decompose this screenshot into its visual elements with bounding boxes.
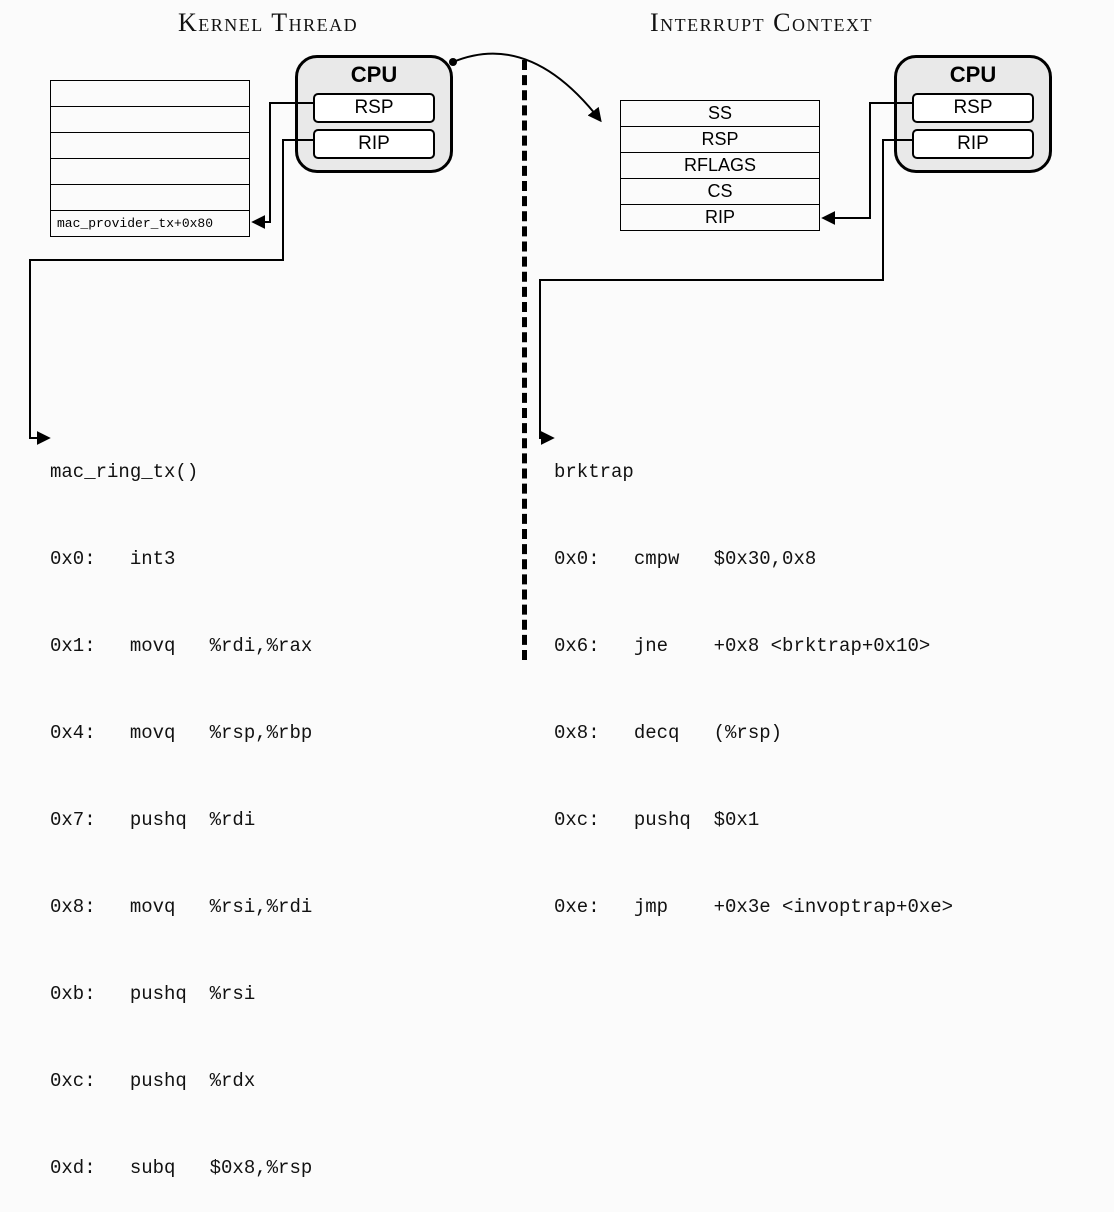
title-kernel-thread: Kernel Thread	[178, 8, 358, 38]
stack-row	[51, 158, 249, 184]
code-line: 0x8: decq (%rsp)	[554, 719, 953, 748]
stack-row	[51, 80, 249, 106]
code-line: 0x4: movq %rsp,%rbp	[50, 719, 312, 748]
context-divider	[522, 60, 527, 660]
code-block-interrupt: brktrap 0x0: cmpw $0x30,0x8 0x6: jne +0x…	[554, 400, 953, 951]
cpu-register-rip: RIP	[912, 129, 1034, 159]
stack-row: SS	[621, 100, 819, 126]
code-line: 0x6: jne +0x8 <brktrap+0x10>	[554, 632, 953, 661]
code-line: 0xb: pushq %rsi	[50, 980, 312, 1009]
code-line: 0x0: int3	[50, 545, 312, 574]
function-name: brktrap	[554, 458, 953, 487]
title-interrupt-context: Interrupt Context	[650, 8, 873, 38]
code-block-kernel: mac_ring_tx() 0x0: int3 0x1: movq %rdi,%…	[50, 400, 312, 1212]
cpu-register-rsp: RSP	[912, 93, 1034, 123]
cpu-box-kernel: CPU RSP RIP	[295, 55, 453, 173]
stack-row	[51, 132, 249, 158]
code-line: 0x7: pushq %rdi	[50, 806, 312, 835]
stack-row: RSP	[621, 126, 819, 152]
cpu-title: CPU	[950, 62, 996, 88]
function-name: mac_ring_tx()	[50, 458, 312, 487]
stack-kernel: mac_provider_tx+0x80	[50, 80, 250, 237]
stack-row: CS	[621, 178, 819, 204]
stack-row: RFLAGS	[621, 152, 819, 178]
code-line: 0x1: movq %rdi,%rax	[50, 632, 312, 661]
code-line: 0xe: jmp +0x3e <invoptrap+0xe>	[554, 893, 953, 922]
code-line: 0x0: cmpw $0x30,0x8	[554, 545, 953, 574]
code-line: 0xc: pushq %rdx	[50, 1067, 312, 1096]
code-line: 0xc: pushq $0x1	[554, 806, 953, 835]
stack-row	[51, 184, 249, 210]
cpu-register-rsp: RSP	[313, 93, 435, 123]
stack-interrupt: SS RSP RFLAGS CS RIP	[620, 100, 820, 231]
code-line: 0xd: subq $0x8,%rsp	[50, 1154, 312, 1183]
cpu-box-interrupt: CPU RSP RIP	[894, 55, 1052, 173]
code-line: 0x8: movq %rsi,%rdi	[50, 893, 312, 922]
stack-row: RIP	[621, 204, 819, 230]
stack-row	[51, 106, 249, 132]
cpu-register-rip: RIP	[313, 129, 435, 159]
cpu-title: CPU	[351, 62, 397, 88]
stack-row-label: mac_provider_tx+0x80	[51, 210, 249, 236]
